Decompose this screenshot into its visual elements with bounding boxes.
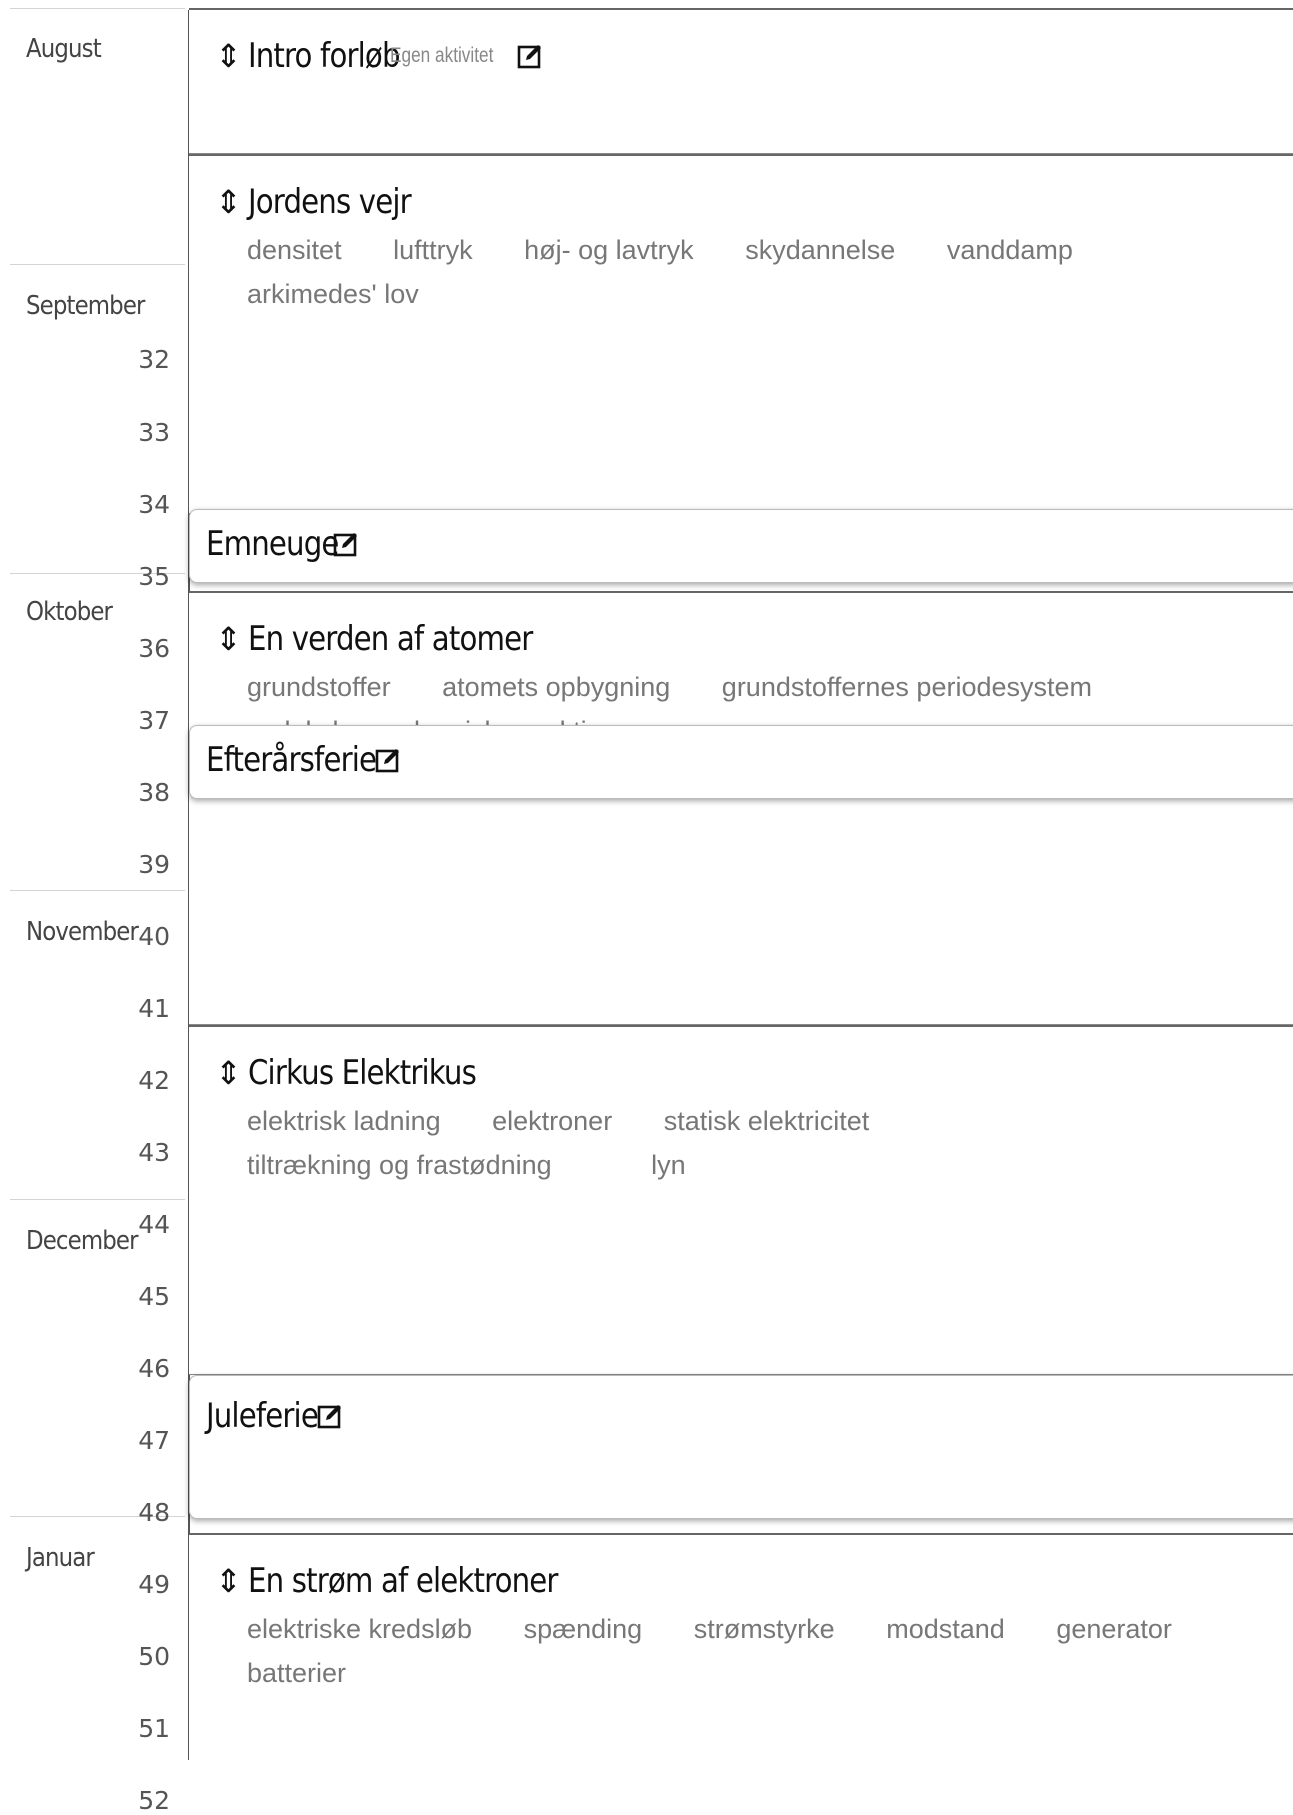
break-title[interactable]: Efterårsferie xyxy=(206,740,377,780)
tag: grundstoffernes periodesystem xyxy=(721,672,1093,702)
edit-icon[interactable] xyxy=(316,1402,344,1430)
week-number: 41 xyxy=(138,994,170,1023)
week-number: 51 xyxy=(138,1714,170,1743)
break-block-emneuge[interactable]: Emneuge xyxy=(189,509,1293,583)
break-header: Emneuge xyxy=(206,524,360,564)
tag: densitet xyxy=(247,235,342,265)
week-number: 47 xyxy=(138,1426,170,1455)
week-number: 40 xyxy=(138,922,170,951)
updown-arrow-icon[interactable]: ⇕ xyxy=(215,1565,242,1597)
break-header: Juleferie xyxy=(206,1396,344,1436)
week-number: 35 xyxy=(138,562,170,591)
month-label: August xyxy=(26,34,102,64)
tag: atomets opbygning xyxy=(442,672,671,702)
tag: høj- og lavtryk xyxy=(524,235,694,265)
week-number: 42 xyxy=(138,1066,170,1095)
tag: statisk elektricitet xyxy=(663,1106,870,1136)
week-number: 45 xyxy=(138,1282,170,1311)
week-number: 36 xyxy=(138,634,170,663)
week-number: 32 xyxy=(138,345,170,374)
break-block-efterarsferie[interactable]: Efterårsferie xyxy=(189,725,1293,799)
tag: elektriske kredsløb xyxy=(247,1614,473,1644)
week-number: 44 xyxy=(138,1210,170,1239)
tag: grundstoffer xyxy=(247,672,391,702)
break-header: Efterårsferie xyxy=(206,740,402,780)
tag: spænding xyxy=(523,1614,643,1644)
course-block-cirkus-elektrikus[interactable]: ⇕ Cirkus Elektrikus elektrisk ladning el… xyxy=(189,1025,1293,1375)
tag: strømstyrke xyxy=(693,1614,835,1644)
week-number: 37 xyxy=(138,706,170,735)
course-title[interactable]: Cirkus Elektrikus xyxy=(248,1053,477,1093)
week-number: 46 xyxy=(138,1354,170,1383)
tag: generator xyxy=(1056,1614,1172,1644)
tag: lyn xyxy=(651,1150,686,1180)
week-number: 33 xyxy=(138,418,170,447)
edit-icon[interactable] xyxy=(516,42,544,70)
course-block-intro[interactable]: ⇕ Intro forløb Egen aktivitet xyxy=(189,8,1293,154)
week-number: 39 xyxy=(138,850,170,879)
course-title[interactable]: En strøm af elektroner xyxy=(248,1561,558,1601)
month-label: Januar xyxy=(26,1543,95,1573)
week-number: 50 xyxy=(138,1642,170,1671)
updown-arrow-icon[interactable]: ⇕ xyxy=(215,40,242,72)
week-number: 43 xyxy=(138,1138,170,1167)
tag: skydannelse xyxy=(745,235,896,265)
updown-arrow-icon[interactable]: ⇕ xyxy=(215,1057,242,1089)
updown-arrow-icon[interactable]: ⇕ xyxy=(215,623,242,655)
month-label: September xyxy=(26,291,145,321)
course-block-strom-af-elektroner[interactable]: ⇕ En strøm af elektroner elektriske kred… xyxy=(189,1533,1293,1773)
tag: tiltrækning og frastødning xyxy=(247,1150,552,1180)
course-title[interactable]: En verden af atomer xyxy=(248,619,533,659)
month-divider xyxy=(10,264,185,265)
week-number: 49 xyxy=(138,1570,170,1599)
course-header: ⇕ En verden af atomer xyxy=(215,619,579,659)
course-header: ⇕ En strøm af elektroner xyxy=(215,1561,608,1601)
break-block-juleferie[interactable]: Juleferie xyxy=(189,1375,1293,1519)
course-block-atomer[interactable]: ⇕ En verden af atomer grundstoffer atome… xyxy=(189,591,1293,1025)
course-subtitle: Egen aktivitet xyxy=(390,44,494,67)
week-number: 38 xyxy=(138,778,170,807)
course-header: ⇕ Intro forløb Egen aktivitet xyxy=(215,36,544,76)
month-divider xyxy=(10,8,185,9)
tag: lufttryk xyxy=(393,235,473,265)
week-number: 34 xyxy=(138,490,170,519)
tag: elektrisk ladning xyxy=(247,1106,441,1136)
tag: arkimedes' lov xyxy=(247,279,419,309)
week-number: 52 xyxy=(138,1786,170,1815)
edit-icon[interactable] xyxy=(374,746,402,774)
tag: modstand xyxy=(886,1614,1005,1644)
month-label: Oktober xyxy=(26,597,113,627)
week-timeline: August September Oktober November Decemb… xyxy=(0,0,190,1815)
course-title[interactable]: Intro forløb xyxy=(248,36,401,76)
course-title[interactable]: Jordens vejr xyxy=(248,182,412,222)
course-header: ⇕ Jordens vejr xyxy=(215,182,437,222)
week-number: 48 xyxy=(138,1498,170,1527)
tag: vanddamp xyxy=(946,235,1073,265)
month-divider xyxy=(10,890,185,891)
tag: batterier xyxy=(247,1658,347,1688)
tag-list: densitet lufttryk høj- og lavtryk skydan… xyxy=(247,228,1257,316)
month-divider xyxy=(10,1199,185,1200)
course-block-jordens-vejr[interactable]: ⇕ Jordens vejr densitet lufttryk høj- og… xyxy=(189,154,1293,514)
tag: elektroner xyxy=(492,1106,613,1136)
tag-list: elektrisk ladning elektroner statisk ele… xyxy=(247,1099,1257,1187)
break-title[interactable]: Juleferie xyxy=(206,1396,319,1436)
course-header: ⇕ Cirkus Elektrikus xyxy=(215,1053,513,1093)
tag-list: elektriske kredsløb spænding strømstyrke… xyxy=(247,1607,1257,1695)
break-title[interactable]: Emneuge xyxy=(206,524,339,564)
updown-arrow-icon[interactable]: ⇕ xyxy=(215,186,242,218)
